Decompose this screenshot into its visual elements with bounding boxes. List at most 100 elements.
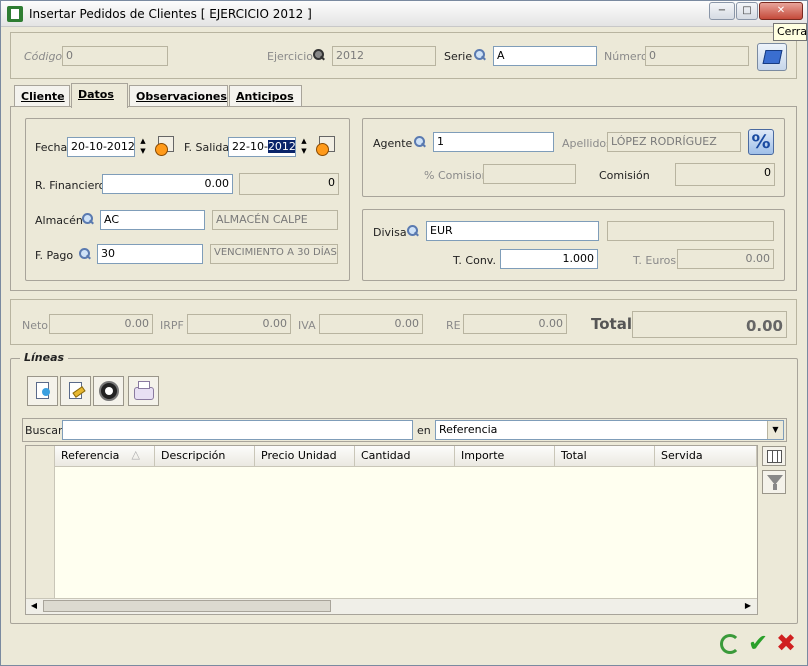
minimize-button[interactable]: − xyxy=(709,2,735,20)
tab-observaciones[interactable]: Observaciones xyxy=(129,85,228,107)
scrollbar-thumb[interactable] xyxy=(43,600,331,612)
teuros-field: 0.00 xyxy=(677,249,774,269)
divisa-group xyxy=(362,209,785,281)
comision-field: 0 xyxy=(675,163,775,186)
divisa-field[interactable]: EUR xyxy=(426,221,599,241)
scroll-left-icon[interactable]: ◀ xyxy=(27,599,41,613)
en-label: en xyxy=(417,424,431,437)
fecha-label: Fecha xyxy=(35,141,68,154)
tab-datos[interactable]: Datos xyxy=(71,83,128,108)
table-icon xyxy=(767,450,782,463)
codigo-label: Código xyxy=(24,50,63,63)
neto-field: 0.00 xyxy=(49,314,153,334)
cancel-button[interactable]: ✖ xyxy=(773,631,799,657)
lines-grid[interactable] xyxy=(25,445,758,615)
pct-comision-label: % Comision xyxy=(424,169,489,182)
apellidos-field: LÓPEZ RODRÍGUEZ xyxy=(607,132,741,152)
en-select[interactable]: Referencia ▼ xyxy=(435,420,784,440)
percentage-button[interactable]: % xyxy=(748,129,774,155)
ejercicio-field: 2012 xyxy=(332,46,436,66)
column-header-descripcion[interactable]: Descripción xyxy=(155,446,255,467)
grid-filter-button[interactable] xyxy=(762,470,786,494)
delete-line-button[interactable] xyxy=(93,376,124,406)
iva-label: IVA xyxy=(298,319,316,332)
tab-anticipos[interactable]: Anticipos xyxy=(229,85,302,107)
column-header-importe[interactable]: Importe xyxy=(455,446,555,467)
irpf-label: IRPF xyxy=(160,319,184,332)
divisa-search-icon[interactable] xyxy=(407,225,419,237)
checkmark-icon: ✔ xyxy=(747,629,769,657)
numero-label: Número xyxy=(604,50,648,63)
teuros-label: T. Euros xyxy=(633,254,677,267)
agente-label: Agente xyxy=(373,137,413,150)
tab-cliente[interactable]: Cliente xyxy=(14,85,70,107)
column-header-cantidad[interactable]: Cantidad xyxy=(355,446,455,467)
numero-field: 0 xyxy=(645,46,749,66)
app-icon xyxy=(7,6,23,22)
divisa-label: Divisa xyxy=(373,226,407,239)
refresh-icon xyxy=(720,634,740,654)
serie-field[interactable]: A xyxy=(493,46,597,66)
print-line-button[interactable] xyxy=(128,376,159,406)
agente-search-icon[interactable] xyxy=(414,136,426,148)
total-label: Total xyxy=(591,315,632,333)
fpago-desc-field: VENCIMIENTO A 30 DÍAS xyxy=(210,244,338,264)
edit-line-button[interactable] xyxy=(60,376,91,406)
serie-label: Serie xyxy=(444,50,473,63)
agente-field[interactable]: 1 xyxy=(433,132,554,152)
almacen-search-icon[interactable] xyxy=(82,213,94,225)
re-field: 0.00 xyxy=(463,314,567,334)
chevron-down-icon[interactable]: ▼ xyxy=(767,421,783,439)
almacen-code-field[interactable]: AC xyxy=(100,210,205,230)
fecha-field[interactable]: 20-10-2012 xyxy=(67,137,135,157)
apellidos-label: Apellidos xyxy=(562,137,612,150)
almacen-name-field: ALMACÉN CALPE xyxy=(212,210,338,230)
accept-button[interactable]: ✔ xyxy=(745,631,771,657)
tconv-label: T. Conv. xyxy=(453,254,496,267)
cross-icon: ✖ xyxy=(775,629,797,657)
column-header-referencia[interactable]: Referencia △ xyxy=(55,446,155,467)
divisa-desc-field xyxy=(607,221,774,241)
buscar-label: Buscar xyxy=(25,424,63,437)
scroll-right-icon[interactable]: ▶ xyxy=(741,599,755,613)
fsalida-field[interactable]: 22-10-2012 xyxy=(228,137,296,157)
fsalida-calendar-icon[interactable] xyxy=(316,136,336,156)
almacen-label: Almacén xyxy=(35,214,83,227)
window-title: Insertar Pedidos de Clientes [ EJERCICIO… xyxy=(29,7,312,21)
close-button[interactable]: ✕ xyxy=(759,2,803,20)
monitor-icon xyxy=(762,50,783,64)
rfinanciero-amount: 0 xyxy=(239,173,339,195)
fsalida-label: F. Salida xyxy=(184,141,230,154)
window: Insertar Pedidos de Clientes [ EJERCICIO… xyxy=(0,0,808,666)
fsalida-spinner[interactable]: ▲ ▼ xyxy=(298,137,310,157)
row-indicator-column xyxy=(26,446,55,614)
column-header-servida[interactable]: Servida xyxy=(655,446,757,467)
rfinanciero-field[interactable]: 0.00 xyxy=(102,174,233,194)
re-label: RE xyxy=(446,319,461,332)
column-header-precio-unidad[interactable]: Precio Unidad xyxy=(255,446,355,467)
refresh-number-button[interactable] xyxy=(757,43,787,71)
pct-comision-field xyxy=(483,164,576,184)
close-tooltip: Cerrar xyxy=(773,23,808,41)
new-line-button[interactable] xyxy=(27,376,58,406)
tconv-field[interactable]: 1.000 xyxy=(500,249,598,269)
neto-label: Neto xyxy=(22,319,49,332)
buscar-input[interactable] xyxy=(62,420,413,440)
irpf-field: 0.00 xyxy=(187,314,291,334)
en-select-value: Referencia xyxy=(439,423,498,436)
fpago-search-icon[interactable] xyxy=(79,248,91,260)
fecha-calendar-icon[interactable] xyxy=(155,136,175,156)
ejercicio-label: Ejercicio xyxy=(267,50,313,63)
ejercicio-search-icon[interactable] xyxy=(313,49,325,61)
total-field: 0.00 xyxy=(632,311,787,338)
sort-asc-icon: △ xyxy=(131,448,140,461)
fpago-code-field[interactable]: 30 xyxy=(97,244,203,264)
maximize-button[interactable]: □ xyxy=(736,2,758,20)
rfinanciero-label: R. Financiero xyxy=(35,179,106,192)
grid-columns-button[interactable] xyxy=(762,446,786,466)
fecha-spinner[interactable]: ▲ ▼ xyxy=(137,137,149,157)
comision-label: Comisión xyxy=(599,169,650,182)
column-header-total[interactable]: Total xyxy=(555,446,655,467)
refresh-button[interactable] xyxy=(717,631,743,657)
serie-search-icon[interactable] xyxy=(474,49,486,61)
